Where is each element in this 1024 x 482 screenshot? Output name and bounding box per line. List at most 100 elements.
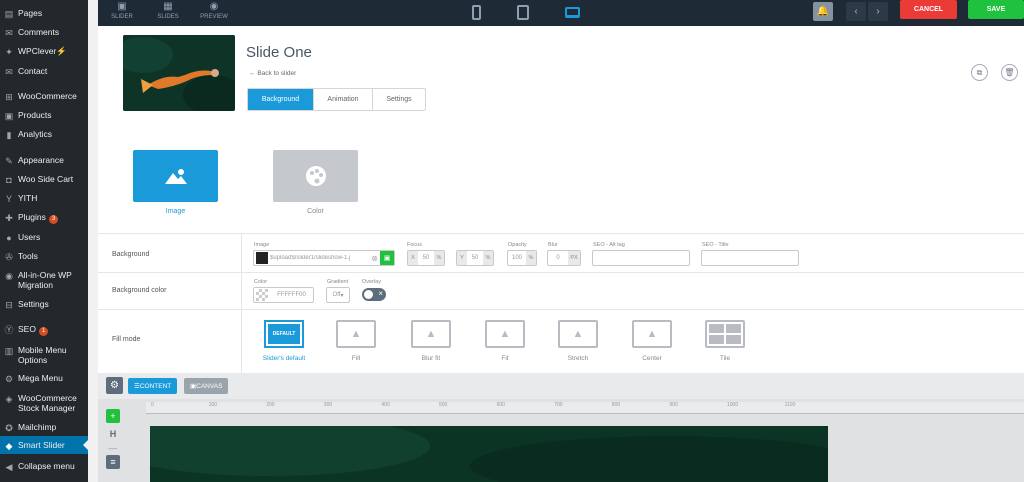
clear-icon[interactable]: ⊗ xyxy=(371,254,378,263)
overlay-toggle[interactable]: × xyxy=(362,288,386,301)
sidebar-item-text: WooCommerce Stock Manager xyxy=(18,393,77,413)
fill-mode-fit[interactable]: ▲ xyxy=(485,320,525,348)
fill-mode-center[interactable]: ▲ xyxy=(632,320,672,348)
heading-layer-button[interactable]: H xyxy=(106,427,120,441)
fill-mode-fill[interactable]: ▲ xyxy=(336,320,376,348)
ruler-tick-label: 500 xyxy=(439,402,448,408)
fill-mode-blur-fit[interactable]: ▲ xyxy=(411,320,451,348)
opacity-label: Opacity xyxy=(508,242,527,248)
focus-x-value: 50 xyxy=(422,255,430,261)
slides-nav-button[interactable]: ▦ SLIDES xyxy=(152,0,184,26)
content-mode-button[interactable]: ☰ CONTENT xyxy=(128,378,178,394)
color-field[interactable]: FFFFFF00 xyxy=(253,287,314,303)
slide-canvas[interactable] xyxy=(110,416,870,482)
canvas-mode-button[interactable]: ▣ CANVAS xyxy=(184,378,229,394)
layers-button[interactable]: ≡ xyxy=(106,455,120,469)
gradient-select[interactable]: Off ▾ xyxy=(326,287,350,303)
fill-mode-stretch[interactable]: ▲ xyxy=(558,320,598,348)
sidebar-item-smart-slider[interactable]: ◆ Smart Slider xyxy=(0,436,88,454)
sidebar-item-label: Collapse menu xyxy=(18,461,88,471)
slider-nav-label: SLIDER xyxy=(111,14,133,20)
sidebar-item-seo[interactable]: Ⓨ SEO 1 xyxy=(0,324,88,336)
mobile-icon xyxy=(471,4,481,20)
fillmode-row-label: Fill mode xyxy=(112,336,141,343)
tab-animation[interactable]: Animation xyxy=(314,89,373,110)
ruler-tick-label: 900 xyxy=(669,402,678,408)
focus-y-field[interactable]: Y 50 % xyxy=(456,250,494,266)
image-url-value: $upload$/slider1/slideshow-1.j xyxy=(270,255,351,261)
bg-type-color[interactable] xyxy=(273,150,358,202)
focus-x-field[interactable]: X 50 % xyxy=(407,250,445,266)
cancel-button[interactable]: CANCEL xyxy=(900,0,957,19)
image-icon: ▣ xyxy=(117,1,127,12)
copy-icon: ⧉ xyxy=(976,67,983,77)
sidebar-item-contact[interactable]: ✉ Contact xyxy=(0,66,88,77)
sidebar-item-label: Analytics xyxy=(18,129,88,139)
sidebar-item-text: Mobile Menu Options xyxy=(18,345,67,365)
duplicate-slide-button[interactable]: ⧉ xyxy=(971,64,988,81)
next-slide-button[interactable]: › xyxy=(868,2,888,21)
image-icon: ▲ xyxy=(350,328,362,340)
seo-alt-field[interactable] xyxy=(592,250,690,266)
tab-settings[interactable]: Settings xyxy=(373,89,425,110)
sidebar-item-collapse-menu[interactable]: ◀ Collapse menu xyxy=(0,461,88,472)
sidebar-item-woo-side-cart[interactable]: ◘ Woo Side Cart xyxy=(0,174,88,185)
blur-value: 0 xyxy=(556,255,560,261)
smart-slider-icon: ◆ xyxy=(5,440,13,451)
sidebar-item-users[interactable]: ● Users xyxy=(0,232,88,243)
sidebar-item-all-in-one-wp-migration[interactable]: ◉ All-in-One WP Migration xyxy=(0,270,88,290)
notification-button[interactable]: 🔔 xyxy=(813,2,833,21)
sidebar-item-plugins[interactable]: ✚ Plugins 3 xyxy=(0,212,88,224)
mobile-view-button[interactable] xyxy=(465,1,487,23)
save-button[interactable]: SAVE xyxy=(968,0,1024,19)
focus-x-unit: % xyxy=(434,251,444,265)
sidebar-item-pages[interactable]: ▤ Pages xyxy=(0,8,88,19)
ruler-tick-label: 200 xyxy=(266,402,275,408)
slider-nav-button[interactable]: ▣ SLIDER xyxy=(106,0,138,26)
fill-mode-default[interactable]: DEFAULT xyxy=(264,320,304,348)
sidebar-item-yith[interactable]: Y YITH xyxy=(0,193,88,204)
add-layer-button[interactable]: + xyxy=(106,409,120,423)
image-icon xyxy=(164,169,187,184)
stock-manager-icon: ◈ xyxy=(5,394,13,404)
tablet-view-button[interactable] xyxy=(512,1,534,23)
sidebar-item-woocommerce-stock-manager[interactable]: ◈ WooCommerce Stock Manager xyxy=(0,393,88,413)
sidebar-item-text: Woo Side Cart xyxy=(18,174,74,184)
sidebar-item-woocommerce[interactable]: ⊞ WooCommerce xyxy=(0,91,88,102)
tab-background[interactable]: Background xyxy=(248,89,314,110)
sidebar-item-products[interactable]: ▣ Products xyxy=(0,110,88,121)
layer-settings-button[interactable]: ⚙ xyxy=(106,377,123,394)
preview-button[interactable]: ◉ PREVIEW xyxy=(197,0,231,26)
sidebar-item-comments[interactable]: ✉ Comments xyxy=(0,27,88,38)
sidebar-item-label: WPClever⚡ xyxy=(18,46,88,56)
slide-tabs: Background Animation Settings xyxy=(247,88,426,111)
back-to-slider-link[interactable]: ← Back to slider xyxy=(249,70,296,77)
sidebar-item-settings[interactable]: ⊟ Settings xyxy=(0,299,88,310)
opacity-field[interactable]: 100 % xyxy=(507,250,537,266)
opacity-unit: % xyxy=(526,251,536,265)
delete-slide-button[interactable]: 🗑 xyxy=(1001,64,1018,81)
ruler-tick-label: 1000 xyxy=(727,402,739,408)
sidebar-item-wpclever[interactable]: ✦ WPClever⚡ xyxy=(0,46,88,57)
fill-mode-blur-fit-label: Blur fit xyxy=(421,355,441,362)
sidebar-item-text: YITH xyxy=(18,193,38,203)
sidebar-item-analytics[interactable]: ▮ Analytics xyxy=(0,129,88,140)
mermaid-image xyxy=(123,35,235,111)
sidebar-item-mobile-menu-options[interactable]: ▥ Mobile Menu Options xyxy=(0,345,88,365)
seo-title-field[interactable] xyxy=(701,250,799,266)
sidebar-item-mega-menu[interactable]: ⚙ Mega Menu xyxy=(0,373,88,384)
sidebar-item-tools[interactable]: ✇ Tools xyxy=(0,251,88,262)
desktop-view-button[interactable] xyxy=(561,1,583,23)
default-badge: DEFAULT xyxy=(268,324,300,344)
fill-mode-tile[interactable] xyxy=(705,320,745,348)
blur-field[interactable]: 0 PX xyxy=(547,250,581,266)
bg-type-image[interactable] xyxy=(133,150,218,202)
sidebar-item-mailchimp[interactable]: ✪ Mailchimp xyxy=(0,422,88,433)
image-picker-button[interactable]: ▣ xyxy=(380,251,394,265)
eye-icon: ◉ xyxy=(209,1,219,12)
color-value: FFFFFF00 xyxy=(277,292,306,298)
prev-slide-button[interactable]: ‹ xyxy=(846,2,866,21)
image-url-field[interactable]: $upload$/slider1/slideshow-1.j ⊗ ▣ xyxy=(253,250,395,266)
mega-menu-icon: ⚙ xyxy=(4,374,14,384)
sidebar-item-appearance[interactable]: ✎ Appearance xyxy=(0,155,88,166)
